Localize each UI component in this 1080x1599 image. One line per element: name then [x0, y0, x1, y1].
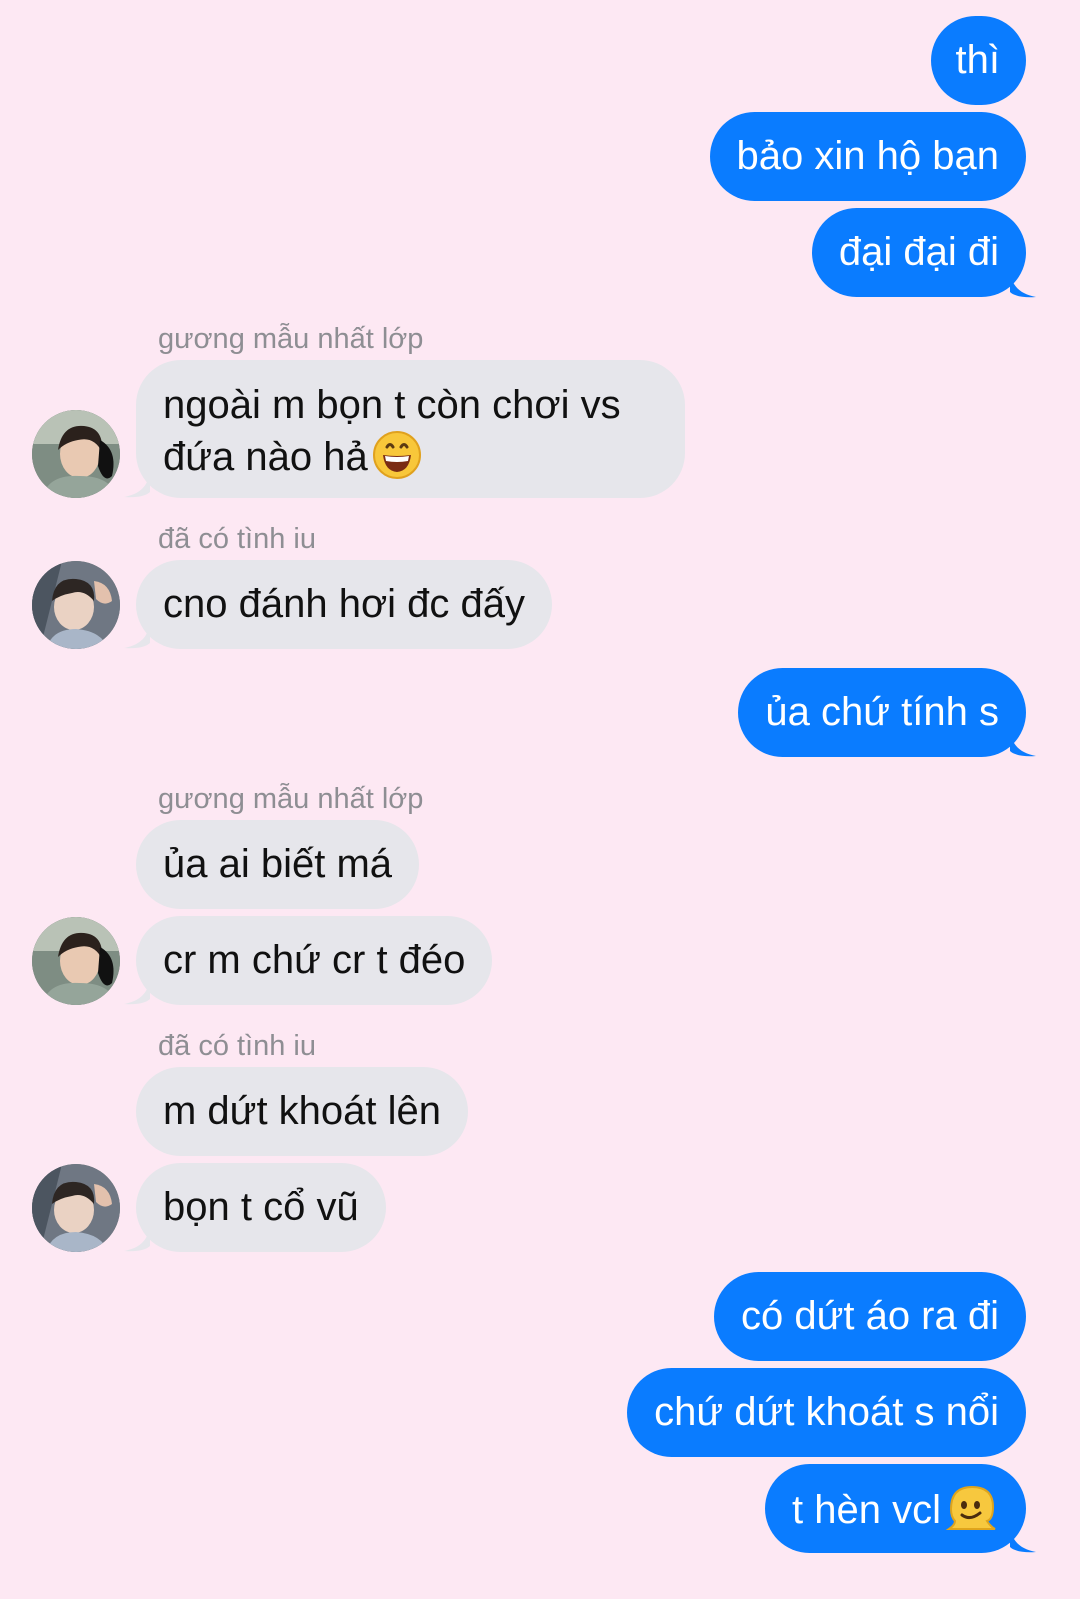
- message-text: thì: [955, 38, 1000, 82]
- outgoing-bubble-tail: [1010, 1527, 1036, 1553]
- incoming-bubble-tail: [124, 623, 150, 649]
- message-text: cno đánh hơi đc đấy: [163, 582, 526, 626]
- outgoing-message[interactable]: đại đại đi: [811, 208, 1026, 297]
- sender-name: đã có tình iu: [158, 523, 316, 555]
- chat-thread[interactable]: thì bảo xin hộ bạn đại đại đi gương mẫu …: [0, 0, 1080, 1599]
- grinning-face-emoji: [372, 430, 422, 492]
- incoming-bubble-tail: [124, 1226, 150, 1252]
- incoming-message[interactable]: ủa ai biết má: [136, 820, 420, 909]
- sender-name: gương mẫu nhất lớp: [158, 783, 424, 815]
- message-text: đại đại đi: [838, 230, 999, 274]
- incoming-bubble-tail: [124, 472, 150, 498]
- message-text: bọn t cổ vũ: [163, 1185, 359, 1229]
- sender-name: gương mẫu nhất lớp: [158, 323, 424, 355]
- message-text: bảo xin hộ bạn: [736, 134, 999, 178]
- incoming-message[interactable]: bọn t cổ vũ: [136, 1163, 386, 1252]
- outgoing-message[interactable]: bảo xin hộ bạn: [709, 112, 1026, 201]
- message-text: m dứt khoát lên: [163, 1089, 442, 1133]
- outgoing-message[interactable]: thì: [930, 16, 1026, 105]
- outgoing-bubble-tail: [1010, 731, 1036, 757]
- outgoing-message[interactable]: chứ dứt khoát s nổi: [627, 1368, 1026, 1457]
- message-text-line: đứa nào hả: [163, 435, 368, 479]
- message-text: cr m chứ cr t đéo: [163, 938, 466, 982]
- incoming-message[interactable]: cno đánh hơi đc đấy: [136, 560, 553, 649]
- incoming-message[interactable]: cr m chứ cr t đéo: [136, 916, 493, 1005]
- outgoing-message[interactable]: ủa chứ tính s: [738, 668, 1026, 757]
- incoming-message[interactable]: m dứt khoát lên: [136, 1067, 469, 1156]
- avatar[interactable]: [32, 561, 120, 649]
- outgoing-message[interactable]: có dứt áo ra đi: [713, 1272, 1026, 1361]
- message-text-line: ngoài m bọn t còn chơi vs: [163, 383, 621, 427]
- melting-face-emoji: [945, 1483, 999, 1545]
- message-text: có dứt áo ra đi: [740, 1294, 999, 1338]
- message-text: ủa chứ tính s: [765, 690, 999, 734]
- outgoing-message[interactable]: t hèn vcl: [765, 1464, 1026, 1553]
- avatar[interactable]: [32, 917, 120, 1005]
- avatar[interactable]: [32, 1164, 120, 1252]
- message-text: chứ dứt khoát s nổi: [654, 1390, 999, 1434]
- message-text: ủa ai biết má: [163, 842, 393, 886]
- incoming-message[interactable]: ngoài m bọn t còn chơi vs đứa nào hả: [136, 360, 685, 498]
- sender-name: đã có tình iu: [158, 1030, 316, 1062]
- avatar[interactable]: [32, 410, 120, 498]
- incoming-bubble-tail: [124, 979, 150, 1005]
- message-text: t hèn vcl: [792, 1488, 941, 1532]
- outgoing-bubble-tail: [1010, 272, 1036, 298]
